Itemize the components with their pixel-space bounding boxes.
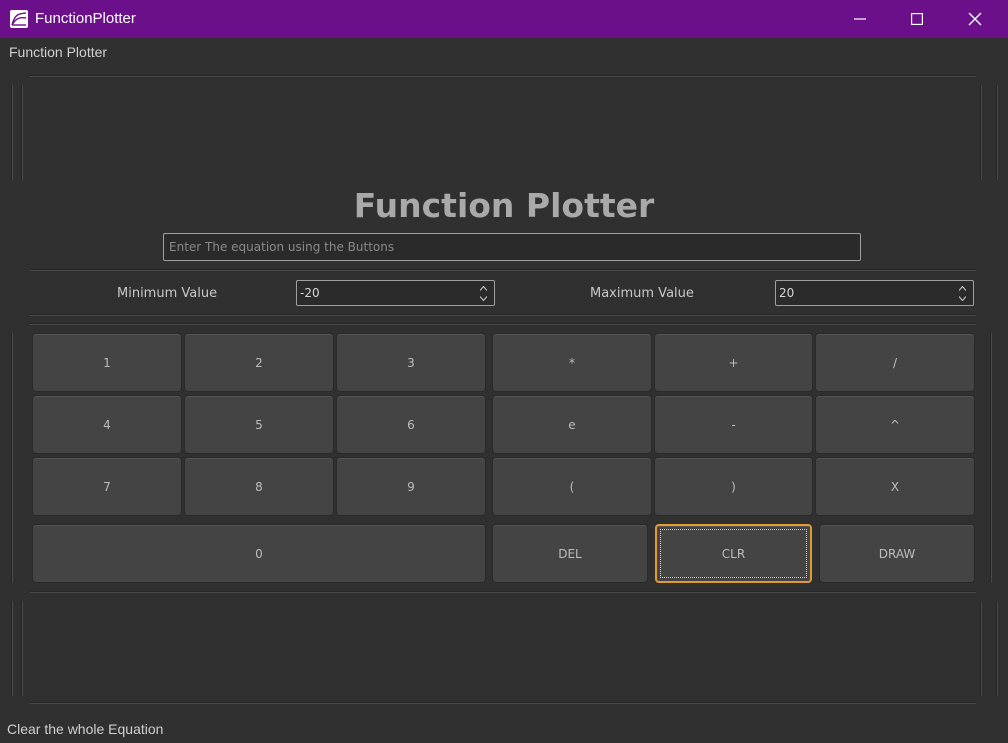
app-logo-icon — [10, 10, 28, 28]
plus-button[interactable]: + — [654, 333, 813, 392]
close-icon — [968, 12, 982, 26]
multiply-button[interactable]: * — [492, 333, 652, 392]
divider — [21, 85, 23, 180]
close-paren-button[interactable]: ) — [654, 457, 813, 516]
open-paren-button[interactable]: ( — [492, 457, 652, 516]
spin-down-icon[interactable] — [475, 293, 491, 303]
divider — [21, 601, 23, 696]
digit-6-button[interactable]: 6 — [336, 395, 486, 454]
digit-5-button[interactable]: 5 — [184, 395, 334, 454]
digit-9-button[interactable]: 9 — [336, 457, 486, 516]
divider — [980, 85, 982, 180]
digit-4-button[interactable]: 4 — [32, 395, 182, 454]
digit-2-button[interactable]: 2 — [184, 333, 334, 392]
status-text: Clear the whole Equation — [7, 721, 164, 737]
divider — [11, 85, 13, 180]
x-variable-button[interactable]: X — [815, 457, 975, 516]
digit-1-button[interactable]: 1 — [32, 333, 182, 392]
divider — [30, 269, 976, 271]
power-button[interactable]: ^ — [815, 395, 975, 454]
minimize-button[interactable] — [831, 0, 889, 38]
maximum-value-label: Maximum Value — [590, 286, 694, 301]
e-button[interactable]: e — [492, 395, 652, 454]
page-title: Function Plotter — [353, 186, 655, 225]
divider — [30, 323, 976, 325]
delete-button[interactable]: DEL — [492, 524, 648, 583]
divider — [996, 85, 998, 180]
minimum-value-label: Minimum Value — [117, 286, 218, 301]
divider — [996, 601, 998, 696]
window-title: FunctionPlotter — [35, 10, 136, 27]
spin-down-icon[interactable] — [954, 293, 970, 303]
spin-arrows — [954, 283, 970, 303]
digit-3-button[interactable]: 3 — [336, 333, 486, 392]
clear-button[interactable]: CLR — [655, 524, 812, 583]
maximum-value: 20 — [779, 286, 795, 300]
divider — [11, 333, 13, 583]
digit-0-button[interactable]: 0 — [32, 524, 486, 583]
equation-input[interactable] — [163, 233, 861, 261]
divider — [30, 591, 976, 593]
maximize-icon — [911, 13, 923, 25]
divider — [30, 314, 976, 316]
spin-arrows — [475, 283, 491, 303]
divider — [990, 333, 992, 583]
spin-up-icon[interactable] — [475, 283, 491, 293]
digit-8-button[interactable]: 8 — [184, 457, 334, 516]
maximum-value-spinbox[interactable]: 20 — [775, 280, 974, 306]
digit-7-button[interactable]: 7 — [32, 457, 182, 516]
minimum-value: -20 — [300, 286, 320, 300]
minimize-icon — [854, 18, 866, 20]
divider — [30, 702, 976, 704]
title-bar: FunctionPlotter — [0, 0, 1008, 38]
minus-button[interactable]: - — [654, 395, 813, 454]
menu-bar: Function Plotter — [0, 38, 1008, 64]
menu-function-plotter[interactable]: Function Plotter — [9, 44, 107, 60]
maximize-button[interactable] — [888, 0, 946, 38]
draw-button[interactable]: DRAW — [819, 524, 975, 583]
spin-up-icon[interactable] — [954, 283, 970, 293]
divider — [980, 601, 982, 696]
divider — [30, 75, 976, 77]
divide-button[interactable]: / — [815, 333, 975, 392]
close-button[interactable] — [946, 0, 1004, 38]
minimum-value-spinbox[interactable]: -20 — [296, 280, 495, 306]
divider — [11, 601, 13, 696]
